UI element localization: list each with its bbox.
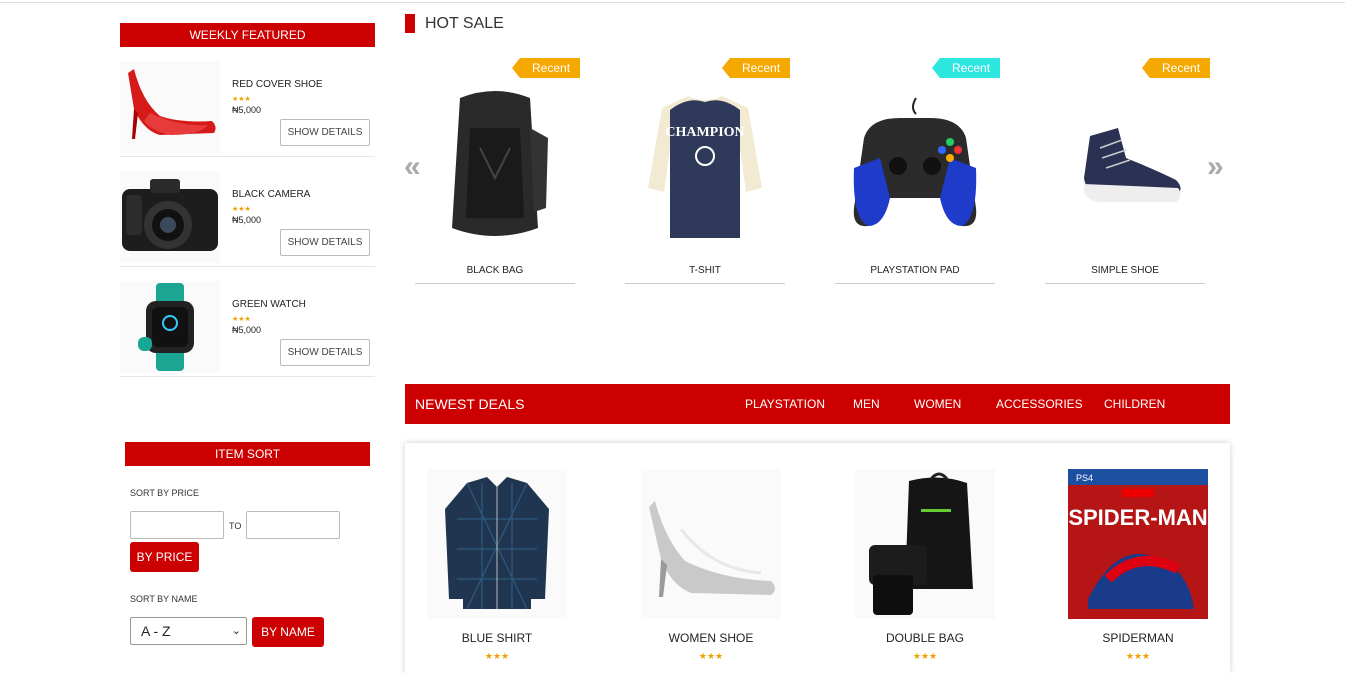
newest-deals-title: NEWEST DEALS: [415, 396, 525, 412]
max-price-input[interactable]: [246, 511, 340, 539]
weekly-featured-header: WEEKLY FEATURED: [120, 23, 375, 47]
hot-sale-title: HOT SALE: [425, 15, 504, 32]
deal-item[interactable]: PS4 SPIDER-MAN SPIDERMAN ★★★: [1068, 469, 1208, 661]
rating-stars: ★★★: [232, 206, 251, 213]
deal-item-name: SPIDERMAN: [1102, 631, 1174, 645]
by-price-button[interactable]: BY PRICE: [130, 542, 199, 572]
svg-text:SPIDER-MAN: SPIDER-MAN: [1068, 505, 1207, 530]
camera-icon[interactable]: [120, 171, 220, 263]
recent-badge: Recent: [931, 58, 1001, 78]
divider: [625, 283, 785, 284]
backpack-icon: [430, 88, 560, 248]
sort-by-price-label: SORT BY PRICE: [130, 488, 200, 498]
hot-sale-card[interactable]: Recent CHAMPION T-SHIT: [625, 58, 791, 284]
by-name-button[interactable]: BY NAME: [252, 617, 324, 647]
tab-women[interactable]: WOMEN: [914, 397, 961, 411]
rating-stars: ★★★: [1125, 651, 1151, 661]
game-cover-icon: PS4 SPIDER-MAN: [1068, 469, 1208, 619]
rating-stars: ★★★: [232, 96, 251, 103]
rating-stars: ★★★: [912, 651, 938, 661]
min-price-input[interactable]: [130, 511, 224, 539]
svg-text:PS4: PS4: [1076, 473, 1093, 483]
hot-sale-card[interactable]: Recent BLACK BAG: [415, 58, 581, 284]
show-details-button[interactable]: SHOW DETAILS: [280, 229, 370, 256]
deal-item[interactable]: DOUBLE BAG ★★★: [855, 469, 995, 661]
hot-sale-item-name: BLACK BAG: [466, 265, 524, 276]
recent-badge: Recent: [721, 58, 791, 78]
to-label: TO: [229, 521, 242, 531]
bag-set-icon: [855, 469, 995, 619]
rating-stars: ★★★: [232, 316, 251, 323]
deal-item-name: WOMEN SHOE: [668, 631, 754, 645]
carousel-next-icon[interactable]: »: [1207, 150, 1224, 184]
smartwatch-icon[interactable]: [120, 281, 220, 373]
silver-heel-icon: [641, 469, 781, 619]
featured-item-name: BLACK CAMERA: [232, 189, 311, 200]
hot-sale-card[interactable]: Recent SIMPLE SHOE: [1045, 58, 1211, 284]
tshirt-icon: CHAMPION: [640, 88, 770, 248]
hot-sale-item-name: T-SHIT: [689, 265, 721, 276]
rating-stars: ★★★: [484, 651, 510, 661]
hot-sale-item-name: PLAYSTATION PAD: [870, 265, 960, 276]
recent-badge: Recent: [1141, 58, 1211, 78]
featured-item-price: ₦5,000: [232, 215, 262, 225]
gamepad-icon: [850, 88, 980, 248]
red-heel-icon[interactable]: [120, 61, 220, 153]
deal-item[interactable]: BLUE SHIRT ★★★: [427, 469, 567, 661]
divider: [415, 283, 575, 284]
chevron-down-icon: ⌄: [231, 625, 241, 637]
tab-children[interactable]: CHILDREN: [1104, 397, 1165, 411]
svg-text:CHAMPION: CHAMPION: [665, 125, 744, 140]
tab-men[interactable]: MEN: [853, 397, 880, 411]
hot-sale-card[interactable]: Recent PLAYSTATION PAD: [835, 58, 1001, 284]
item-sort-header: ITEM SORT: [125, 442, 370, 466]
featured-item: RED COVER SHOE ★★★ ₦5,000 SHOW DETAILS: [120, 57, 375, 157]
hot-sale-item-name: SIMPLE SHOE: [1091, 265, 1159, 276]
featured-item-price: ₦5,000: [232, 105, 262, 115]
featured-item: GREEN WATCH ★★★ ₦5,000 SHOW DETAILS: [120, 277, 375, 377]
newest-deals-panel: BLUE SHIRT ★★★ WOMEN SHOE ★★★ DOUBLE BAG…: [405, 443, 1230, 673]
sort-by-name-label: SORT BY NAME: [130, 594, 198, 604]
newest-deals-bar: NEWEST DEALS PLAYSTATION MEN WOMEN ACCES…: [405, 384, 1230, 424]
select-value: A - Z: [141, 623, 171, 639]
shirt-icon: [427, 469, 567, 619]
deal-item-name: BLUE SHIRT: [461, 631, 533, 645]
name-sort-select[interactable]: A - Z ⌄: [130, 617, 247, 645]
featured-item: BLACK CAMERA ★★★ ₦5,000 SHOW DETAILS: [120, 167, 375, 267]
show-details-button[interactable]: SHOW DETAILS: [280, 339, 370, 366]
featured-item-name: GREEN WATCH: [232, 299, 306, 310]
recent-badge: Recent: [511, 58, 581, 78]
tab-playstation[interactable]: PLAYSTATION: [745, 397, 825, 411]
tab-accessories[interactable]: ACCESSORIES: [996, 397, 1083, 411]
divider: [835, 283, 995, 284]
deal-item-name: DOUBLE BAG: [885, 631, 965, 645]
show-details-button[interactable]: SHOW DETAILS: [280, 119, 370, 146]
sneaker-icon: [1060, 88, 1190, 248]
divider: [1045, 283, 1205, 284]
hot-sale-marker: [405, 14, 415, 33]
deal-item[interactable]: WOMEN SHOE ★★★: [641, 469, 781, 661]
rating-stars: ★★★: [698, 651, 724, 661]
top-divider: [0, 2, 1345, 3]
featured-item-name: RED COVER SHOE: [232, 79, 323, 90]
featured-item-price: ₦5,000: [232, 325, 262, 335]
